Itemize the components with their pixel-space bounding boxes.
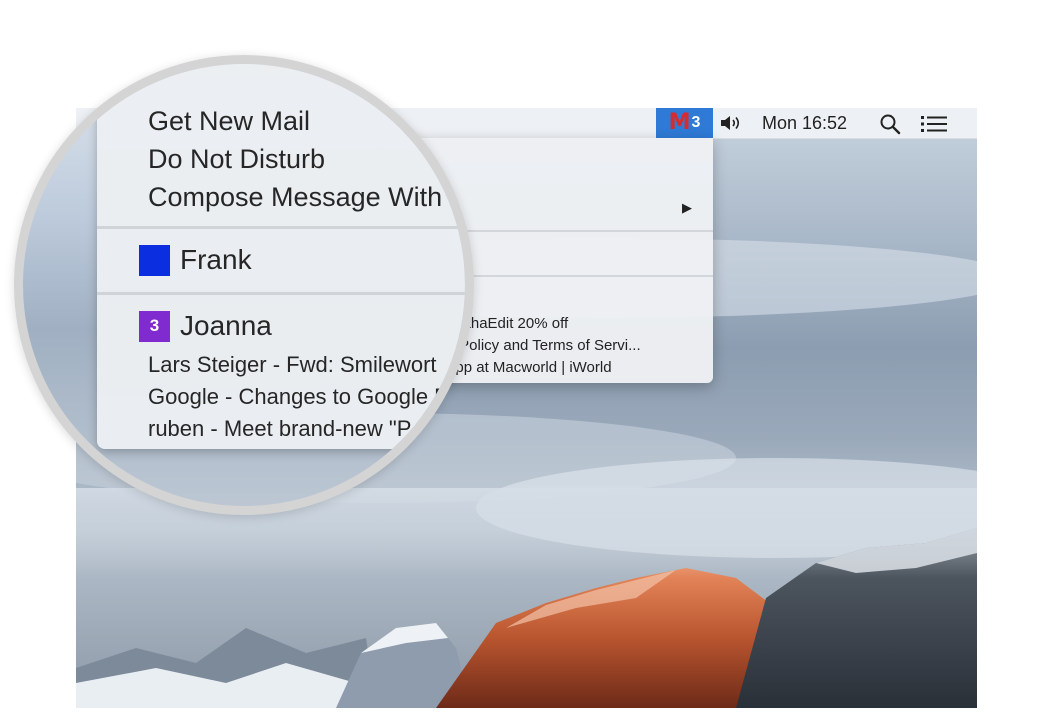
mail-app-icon: M xyxy=(668,110,691,135)
speaker-icon[interactable] xyxy=(719,114,743,132)
menu-item-do-not-disturb[interactable]: Do Not Disturb xyxy=(148,144,325,175)
account-joanna[interactable]: 3 Joanna xyxy=(139,310,272,342)
unread-count: 3 xyxy=(691,114,701,131)
clock[interactable]: Mon 16:52 xyxy=(762,108,847,138)
menu-separator xyxy=(97,292,465,295)
menu-separator xyxy=(97,226,465,229)
notification-list-icon[interactable] xyxy=(921,115,947,133)
menu-item-get-new-mail[interactable]: Get New Mail xyxy=(148,106,310,137)
mail-app-status-item[interactable]: M 3 xyxy=(656,108,713,138)
magnified-menu: Get New Mail Do Not Disturb Compose Mess… xyxy=(97,64,465,449)
account-badge: 3 xyxy=(139,310,170,342)
message-item[interactable]: Google - Changes to Google P xyxy=(148,384,449,410)
message-item[interactable]: ' app at Macworld | iWorld xyxy=(440,359,612,376)
magnifier-lens: Get New Mail Do Not Disturb Compose Mess… xyxy=(14,55,474,515)
submenu-arrow-icon: ▶ xyxy=(682,200,692,215)
menu-item-compose-message[interactable]: Compose Message With xyxy=(148,182,442,213)
message-item[interactable]: cy Policy and Terms of Servi... xyxy=(440,337,641,354)
message-item[interactable]: ruben - Meet brand-new "P xyxy=(148,416,411,442)
search-icon[interactable] xyxy=(879,113,901,135)
message-item[interactable]: Lars Steiger - Fwd: Smilewort xyxy=(148,352,437,378)
account-name: Frank xyxy=(180,244,252,275)
account-frank[interactable]: Frank xyxy=(139,244,252,276)
account-color-swatch xyxy=(139,244,170,276)
account-name: Joanna xyxy=(180,310,272,341)
